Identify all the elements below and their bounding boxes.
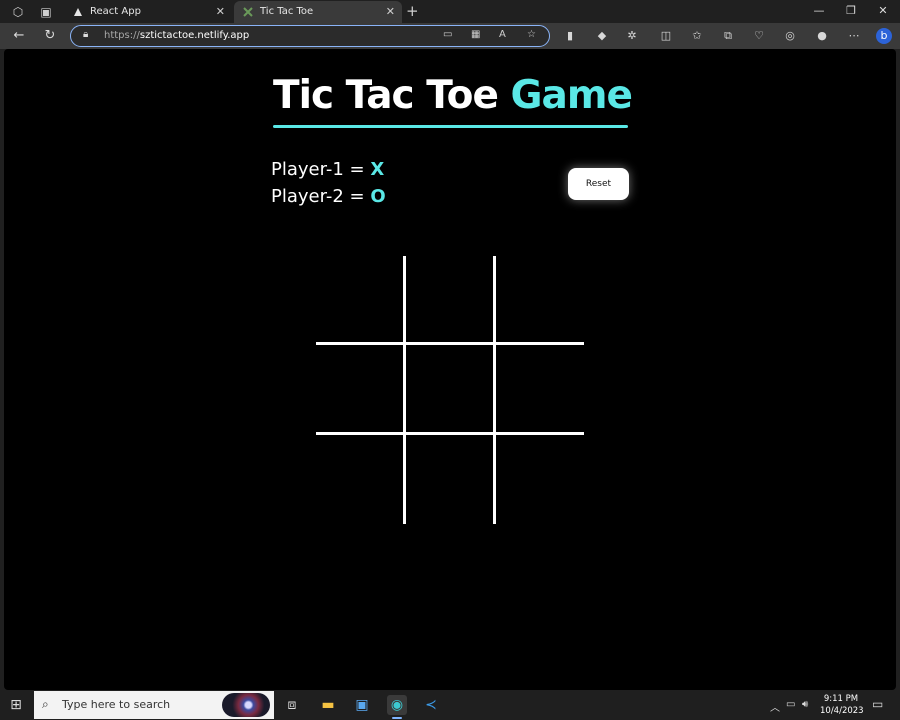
close-window-icon[interactable]: ✕ [868,2,898,20]
split-screen-icon[interactable]: ◫ [658,28,674,44]
notification-icon[interactable]: ▭ [872,697,883,711]
player-2-mark: O [370,186,386,207]
extension-icon[interactable]: ◆ [594,28,610,44]
tab-label: React App [90,6,141,17]
performance-icon[interactable]: ♡ [751,28,767,44]
lock-icon: 🔒︎ [83,29,89,40]
player-1-mark: X [370,159,385,180]
search-placeholder: Type here to search [62,698,171,711]
copilot-icon[interactable]: b [876,28,892,44]
network-icon[interactable]: ▭ [786,699,795,710]
browser-toolbar: ← ↻ 🔒︎ https://sztictactoe.netlify.app ▭… [0,23,900,49]
title-underline [273,125,628,128]
windows-start-icon[interactable]: ⊞ [8,697,24,713]
qr-code-icon[interactable]: ▦ [471,29,480,40]
chevron-up-icon[interactable]: ︿ [770,699,780,714]
file-explorer-icon[interactable]: ▬ [318,695,338,715]
address-bar[interactable]: 🔒︎ https://sztictactoe.netlify.app ▭ ▦ A… [70,25,550,47]
read-aloud-icon[interactable]: A [499,29,506,40]
page-title: Tic Tac Toe Game [273,73,633,118]
microsoft-store-icon[interactable]: ▣ [352,695,372,715]
close-tab-icon[interactable]: ✕ [386,1,395,23]
new-tab-icon[interactable]: + [406,2,419,20]
tab-tic-tac-toe[interactable]: Tic Tac Toe ✕ [234,1,402,23]
url-text[interactable]: https://sztictactoe.netlify.app [104,26,249,46]
board-cell[interactable] [406,345,496,435]
tab-actions-icon[interactable]: ▣ [38,4,54,20]
close-tab-icon[interactable]: ✕ [216,1,225,23]
workspaces-icon[interactable]: ⬡ [10,4,26,20]
taskbar: ⊞ ⌕ Type here to search ⧈ ▬ ▣ ◉ ≺ ︿ ▭ 🔊︎… [0,690,900,720]
tictactoe-favicon-icon [243,7,253,17]
search-icon: ⌕ [42,697,49,711]
vscode-icon[interactable]: ≺ [421,695,441,715]
app-available-icon[interactable]: ▭ [443,29,452,40]
game-board [316,256,584,524]
board-cell[interactable] [316,345,406,435]
search-highlight-image [222,693,270,717]
favorite-star-icon[interactable]: ☆ [527,29,536,40]
reset-button[interactable]: Reset [568,168,629,200]
player-2-info: Player-2 = O [271,186,386,207]
more-options-icon[interactable]: ⋯ [846,28,862,44]
browser-essentials-icon[interactable]: ◎ [782,28,798,44]
volume-icon[interactable]: 🔊︎ [802,699,808,710]
extension-icon[interactable]: ▮ [562,28,578,44]
browser-title-bar: ⬡ ▣ React App ✕ Tic Tac Toe ✕ + — ❐ ✕ [0,0,900,23]
back-arrow-icon[interactable]: ← [10,27,28,45]
system-clock[interactable]: 9:11 PM 10/4/2023 [820,693,864,717]
extensions-puzzle-icon[interactable]: ✲ [624,28,640,44]
board-cell[interactable] [496,345,584,435]
board-cell[interactable] [496,256,584,345]
task-view-icon[interactable]: ⧈ [282,695,302,715]
profile-avatar-icon[interactable]: ● [814,28,830,44]
tab-label: Tic Tac Toe [260,6,314,17]
board-cell[interactable] [406,435,496,524]
board-cell[interactable] [496,435,584,524]
page-viewport: Tic Tac Toe Game Player-1 = X Player-2 =… [4,49,896,690]
board-cell[interactable] [316,256,406,345]
minimize-icon[interactable]: — [804,2,834,20]
refresh-icon[interactable]: ↻ [41,27,59,45]
collections-icon[interactable]: ⧉ [720,28,736,44]
favorites-icon[interactable]: ✩ [689,28,705,44]
triangle-icon [74,8,82,16]
tab-react-app[interactable]: React App ✕ [64,1,232,23]
board-cell[interactable] [316,435,406,524]
board-cell[interactable] [406,256,496,345]
taskbar-search-box[interactable]: ⌕ Type here to search [34,691,274,719]
restore-icon[interactable]: ❐ [836,2,866,20]
edge-browser-icon[interactable]: ◉ [387,695,407,719]
player-1-info: Player-1 = X [271,159,385,180]
